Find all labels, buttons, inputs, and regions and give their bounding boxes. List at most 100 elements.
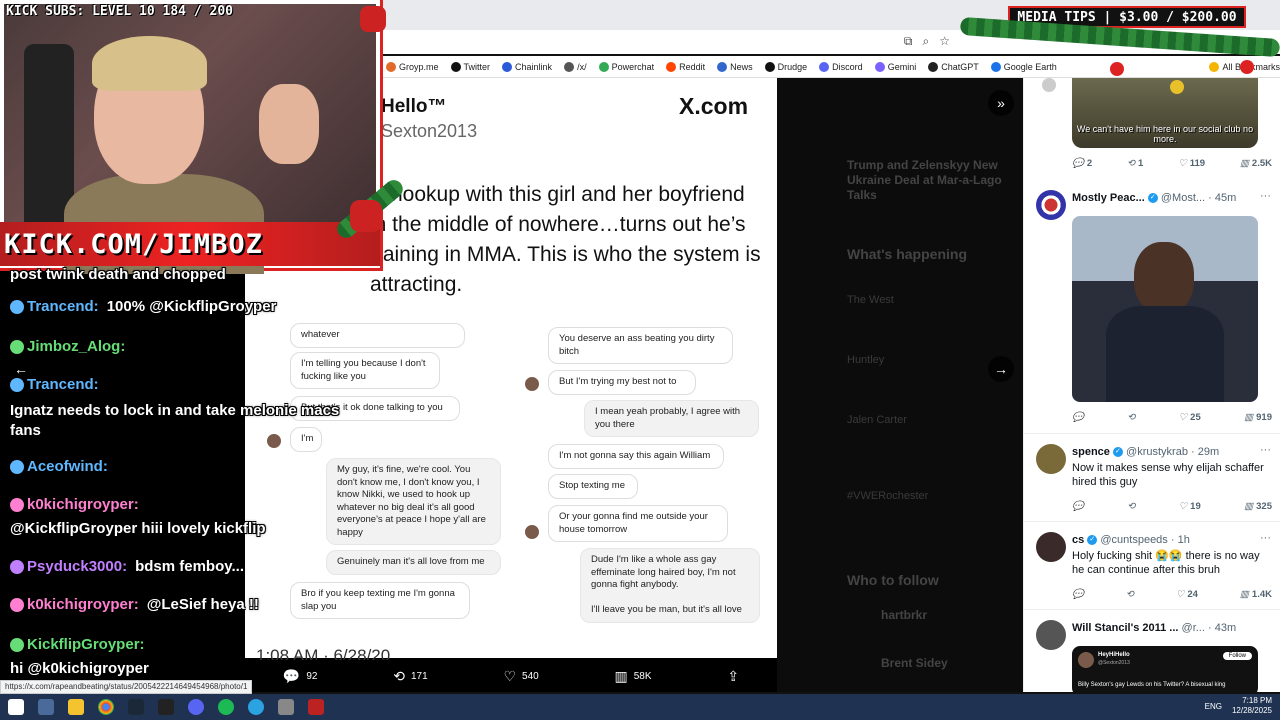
bookmark-item[interactable]: /x/ (564, 61, 587, 72)
task-view-icon[interactable] (38, 699, 54, 715)
bookmark-item[interactable]: Groyp.me (386, 61, 439, 72)
author-name[interactable]: Will Stancil's 2011 ... (1072, 622, 1178, 634)
app-icon[interactable] (308, 699, 324, 715)
bookmark-item[interactable]: Powerchat (598, 61, 654, 72)
author-name[interactable]: spence (1072, 446, 1110, 458)
author-handle[interactable]: @r... (1182, 622, 1205, 634)
tweet-time[interactable]: 29m (1198, 446, 1219, 458)
views-stat[interactable]: ▥ 325 (1244, 501, 1272, 512)
feed-tweet[interactable]: cs ✓ @cuntspeeds · 1h ··· Holy fucking s… (1024, 522, 1280, 610)
bookmark-favicon-icon (386, 61, 396, 72)
spotify-icon[interactable] (218, 699, 234, 715)
telegram-icon[interactable] (248, 699, 264, 715)
chrome-icon[interactable] (98, 699, 114, 715)
avatar[interactable] (1036, 620, 1066, 650)
share-button[interactable]: ⇪ (727, 668, 739, 685)
feed-tweet[interactable]: Will Stancil's 2011 ... @r... · 43m HeyH… (1024, 610, 1280, 692)
star-icon[interactable]: ☆ (939, 34, 950, 49)
repost-stat[interactable]: ⟲ (1126, 589, 1134, 600)
embedded-tweet[interactable]: HeyHiHello @Sexton2013 Follow Billy Sext… (1072, 646, 1258, 692)
reply-stat[interactable]: 💬 (1072, 501, 1084, 512)
bookmark-item[interactable]: ChatGPT (928, 61, 979, 72)
tray-clock[interactable]: 7:18 PM 12/28/2025 (1232, 696, 1272, 716)
chat-message: k0kichigroyper: @LeSief heya !! (10, 596, 259, 613)
author-handle[interactable]: @Most... (1161, 192, 1205, 204)
views-stat[interactable]: ▥ 1.4K (1240, 589, 1272, 600)
chat-username[interactable]: Trancend: (27, 376, 99, 393)
zoom-icon[interactable]: ⌕ (923, 34, 930, 49)
more-options-icon[interactable]: ··· (1260, 190, 1271, 202)
like-stat[interactable]: ♡ 19 (1179, 501, 1201, 512)
views-button[interactable]: ▥ 58K (615, 668, 652, 685)
reply-stat[interactable]: 💬 (1072, 589, 1084, 600)
windows-start-icon[interactable] (8, 699, 24, 715)
feed-tweet[interactable]: Mostly Peac... ✓ @Most... · 45m ··· 💬 ⟲ … (1024, 178, 1280, 434)
chat-username[interactable]: KickflipGroyper: (27, 636, 145, 653)
repost-stat[interactable]: ⟲ (1127, 412, 1135, 423)
chat-username[interactable]: Psyduck3000: (27, 558, 127, 575)
verified-icon: ✓ (1087, 535, 1098, 546)
reply-stat[interactable]: 💬 (1072, 412, 1084, 423)
repost-stat[interactable]: ⟲ (1127, 501, 1135, 512)
author-name[interactable]: cs (1072, 534, 1084, 546)
feed-tweet[interactable]: spence ✓ @krustykrab · 29m ··· Now it ma… (1024, 434, 1280, 522)
chat-username[interactable]: k0kichigroyper: (27, 596, 139, 613)
tweet-time[interactable]: 43m (1215, 622, 1236, 634)
bookmark-item[interactable]: Google Earth (990, 61, 1057, 72)
avatar[interactable] (1036, 190, 1066, 220)
collapse-panel-button[interactable]: » (988, 90, 1014, 116)
bookmark-item[interactable]: News (717, 61, 753, 72)
views-icon: ▥ (1244, 412, 1254, 423)
timeline-feed[interactable]: We can't have him here in our social clu… (1023, 78, 1280, 692)
app-icon[interactable] (278, 699, 294, 715)
terminal-icon[interactable] (158, 699, 174, 715)
views-stat[interactable]: ▥ 919 (1244, 412, 1272, 423)
bookmark-label: Chainlink (515, 61, 553, 72)
like-stat[interactable]: ♡ 25 (1179, 412, 1201, 423)
chat-username[interactable]: k0kichigroyper: (27, 496, 139, 513)
reply-icon: 💬 (1072, 412, 1084, 423)
steam-icon[interactable] (128, 699, 144, 715)
views-stat[interactable]: ▥ 2.5K (1240, 158, 1272, 169)
embed-follow-button[interactable]: Follow (1222, 652, 1252, 660)
bookmark-item[interactable]: Discord (819, 61, 863, 72)
video-thumbnail[interactable]: We can't have him here in our social clu… (1072, 78, 1258, 148)
bookmark-item[interactable]: Gemini (874, 61, 916, 72)
repost-icon: ⟲ (1127, 158, 1135, 169)
tray-language[interactable]: ENG (1205, 702, 1222, 711)
chat-text: post twink death and chopped (10, 266, 226, 283)
like-button[interactable]: ♡ 540 (503, 668, 538, 685)
more-options-icon[interactable]: ··· (1260, 444, 1271, 456)
bookmark-label: Drudge (777, 61, 808, 72)
chat-badge-icon (10, 340, 24, 355)
reply-count: 2 (1086, 158, 1093, 169)
file-explorer-icon[interactable] (68, 699, 84, 715)
bookmark-item[interactable]: Reddit (666, 61, 705, 72)
bookmark-item[interactable]: Twitter (450, 61, 490, 72)
like-stat[interactable]: ♡ 119 (1178, 158, 1205, 169)
author-handle[interactable]: @cuntspeeds (1100, 534, 1167, 546)
like-stat[interactable]: ♡ 24 (1176, 589, 1198, 600)
tweet-time[interactable]: 45m (1215, 192, 1236, 204)
next-image-button[interactable]: → (988, 356, 1014, 382)
author-handle[interactable]: @krustykrab (1126, 446, 1188, 458)
avatar[interactable] (1036, 532, 1066, 562)
discord-icon[interactable] (188, 699, 204, 715)
chat-text: fans (10, 422, 41, 439)
install-icon[interactable]: ⧉ (904, 34, 913, 49)
bookmark-item[interactable]: Drudge (764, 61, 808, 72)
chat-username[interactable]: Jimboz_Alog: (27, 338, 125, 355)
tweet-text: Holy fucking shit 😭😭 there is no way he … (1072, 550, 1260, 576)
reply-stat[interactable]: 💬 2 (1072, 158, 1092, 169)
image-handle: Sexton2013 (381, 121, 478, 141)
tweet-time[interactable]: 1h (1178, 534, 1190, 546)
tweet-photo[interactable] (1072, 216, 1258, 402)
repost-stat[interactable]: ⟲ 1 (1127, 158, 1143, 169)
author-name[interactable]: Mostly Peac... (1072, 192, 1145, 204)
avatar[interactable] (1036, 444, 1066, 474)
chat-username[interactable]: Aceofwind: (27, 458, 108, 475)
more-options-icon[interactable]: ··· (1260, 532, 1271, 544)
chat-username[interactable]: Trancend: (27, 298, 99, 315)
bookmark-item[interactable]: Chainlink (502, 61, 553, 72)
repost-button[interactable]: ⟲ 171 (393, 668, 427, 685)
